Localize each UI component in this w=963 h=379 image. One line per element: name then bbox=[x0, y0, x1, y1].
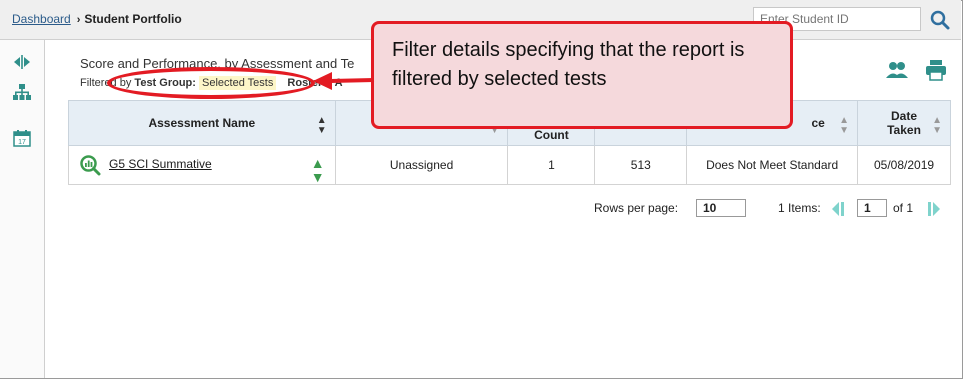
next-page-icon bbox=[928, 202, 940, 216]
view-results-button[interactable] bbox=[79, 154, 101, 176]
search-button[interactable] bbox=[928, 8, 952, 32]
sort-icon: ▲▼ bbox=[932, 115, 942, 136]
calendar-button[interactable]: 17 bbox=[12, 128, 32, 148]
header-date-label-1: Date bbox=[891, 109, 918, 123]
assessment-name-cell: G5 SCI Summative ▲ ▼ bbox=[68, 145, 336, 185]
page-title: Student Portfolio bbox=[84, 12, 182, 26]
sort-icon: ▲▼ bbox=[316, 115, 327, 136]
header-date-label-2: Taken bbox=[887, 123, 921, 137]
breadcrumb: Dashboard › Student Portfolio bbox=[12, 12, 182, 26]
assessment-link[interactable]: G5 SCI Summative bbox=[109, 157, 212, 171]
left-toolbar: 17 bbox=[0, 40, 45, 378]
student-group-button[interactable] bbox=[883, 58, 911, 82]
collapse-expand-button[interactable] bbox=[12, 52, 32, 72]
sort-icon: ▲▼ bbox=[839, 115, 850, 136]
performance-cell: Does Not Meet Standard bbox=[686, 145, 859, 185]
date-cell: 05/08/2019 bbox=[857, 145, 951, 185]
people-icon bbox=[886, 62, 908, 78]
score-cell: 513 bbox=[594, 145, 688, 185]
table-row: G5 SCI Summative ▲ ▼ Unassigned 1 513 Doe… bbox=[68, 145, 951, 185]
expand-collapse-icon bbox=[14, 55, 30, 69]
calendar-icon: 17 bbox=[13, 130, 31, 147]
count-cell: 1 bbox=[507, 145, 596, 185]
hierarchy-icon bbox=[13, 84, 31, 100]
previous-page-icon bbox=[832, 202, 844, 216]
page-total: of 1 bbox=[893, 201, 914, 215]
reorder-icon[interactable]: ▲ ▼ bbox=[311, 156, 325, 184]
annotation-callout: Filter details specifying that the repor… bbox=[371, 21, 793, 129]
magnifier-chart-icon bbox=[80, 155, 101, 176]
items-count: 1 Items: bbox=[778, 201, 821, 215]
next-page-button[interactable] bbox=[925, 201, 943, 222]
rows-per-page-label: Rows per page: bbox=[594, 201, 679, 215]
previous-page-button[interactable] bbox=[829, 201, 847, 222]
header-assessment-name-label: Assessment Name bbox=[148, 116, 256, 130]
print-button[interactable] bbox=[922, 58, 950, 82]
rows-per-page-select[interactable]: 10 bbox=[696, 199, 746, 217]
header-performance-label: ce bbox=[811, 116, 825, 130]
breadcrumb-dashboard-link[interactable]: Dashboard bbox=[12, 12, 71, 26]
header-assessment-name[interactable]: Assessment Name ▲ ▼ bbox=[68, 100, 336, 146]
assigned-cell: Unassigned bbox=[334, 145, 509, 185]
print-icon bbox=[926, 60, 946, 81]
hierarchy-button[interactable] bbox=[12, 82, 32, 102]
page-number-input[interactable]: 1 bbox=[857, 199, 887, 217]
search-icon bbox=[930, 10, 950, 30]
breadcrumb-separator: › bbox=[76, 14, 81, 26]
header-count-label: Count bbox=[534, 128, 569, 142]
header-date-taken[interactable]: Date Taken ▲ ▼ bbox=[857, 100, 951, 146]
annotation-highlight-ellipse bbox=[107, 67, 315, 99]
svg-text:17: 17 bbox=[18, 139, 26, 146]
